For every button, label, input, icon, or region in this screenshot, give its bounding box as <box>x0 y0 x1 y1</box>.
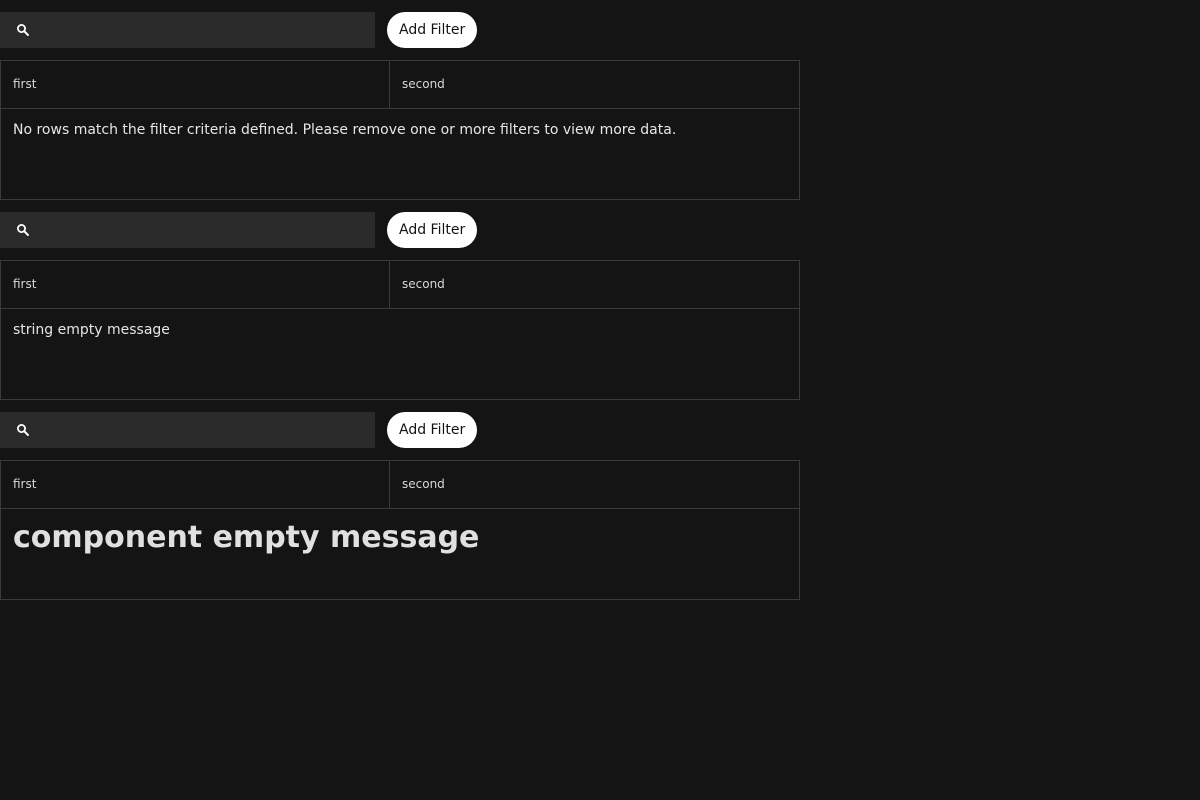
search-box[interactable] <box>0 212 375 248</box>
search-icon <box>17 224 29 236</box>
grid-panel-component-empty: Add Filter first second component empty … <box>0 400 800 600</box>
column-header-second[interactable]: second <box>390 61 799 108</box>
search-box[interactable] <box>0 12 375 48</box>
search-box[interactable] <box>0 412 375 448</box>
empty-message: No rows match the filter criteria define… <box>13 122 677 138</box>
filter-toolbar: Add Filter <box>0 412 800 448</box>
data-grid: first second string empty message <box>0 260 800 400</box>
grid-header: first second <box>1 261 799 309</box>
add-filter-button[interactable]: Add Filter <box>387 212 478 248</box>
data-grid: first second component empty message <box>0 460 800 600</box>
add-filter-button[interactable]: Add Filter <box>387 412 478 448</box>
search-input[interactable] <box>40 212 370 248</box>
column-header-second[interactable]: second <box>390 261 799 308</box>
grid-header: first second <box>1 461 799 509</box>
column-header-first[interactable]: first <box>1 261 390 308</box>
grid-header: first second <box>1 61 799 109</box>
column-header-second[interactable]: second <box>390 461 799 508</box>
grid-panel-string-empty: Add Filter first second string empty mes… <box>0 200 800 400</box>
empty-message: string empty message <box>13 322 170 338</box>
search-icon <box>17 24 29 36</box>
filter-toolbar: Add Filter <box>0 12 800 48</box>
grid-panel-default-empty: Add Filter first second No rows match th… <box>0 0 800 200</box>
column-header-first[interactable]: first <box>1 461 390 508</box>
column-header-first[interactable]: first <box>1 61 390 108</box>
add-filter-button[interactable]: Add Filter <box>387 12 478 48</box>
search-input[interactable] <box>40 12 370 48</box>
filter-toolbar: Add Filter <box>0 212 800 248</box>
data-grid: first second No rows match the filter cr… <box>0 60 800 200</box>
search-icon <box>17 424 29 436</box>
search-input[interactable] <box>40 412 370 448</box>
empty-message: component empty message <box>13 520 480 555</box>
